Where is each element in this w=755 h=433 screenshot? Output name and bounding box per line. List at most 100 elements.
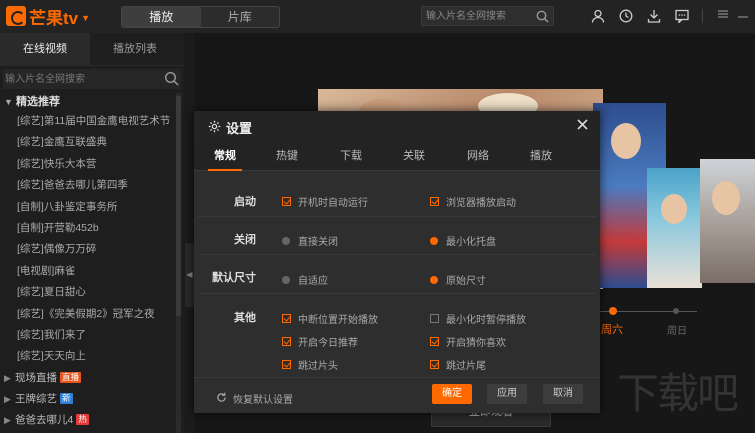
restore-defaults-button[interactable]: 恢复默认设置 (216, 391, 293, 406)
list-item[interactable]: [综艺]快乐大本营 (0, 154, 184, 175)
list-item[interactable]: [电视剧]麻雀 (0, 261, 184, 282)
adaptive-radio[interactable]: 自适应 (282, 272, 328, 287)
option-label: 原始尺寸 (446, 276, 486, 287)
tab-general[interactable]: 常规 (194, 141, 256, 171)
radio-selected-icon (430, 275, 438, 284)
list-item[interactable]: [综艺]夏日甜心 (0, 282, 184, 303)
group-label: 现场直播 (15, 371, 57, 384)
message-icon[interactable] (675, 9, 689, 25)
original-size-radio[interactable]: 原始尺寸 (430, 272, 486, 287)
checkbox-checked-icon (282, 337, 291, 346)
browser-launch-checkbox[interactable]: 浏览器播放启动 (430, 194, 516, 209)
separator (198, 216, 596, 217)
cancel-button[interactable]: 取消 (543, 384, 583, 404)
settings-dialog: 设置 常规 热键 下载 关联 网络 播放 启动 开机时自动运行 浏览器播放启动 … (194, 111, 600, 413)
list-item[interactable]: [综艺]爸爸去哪儿第四季 (0, 175, 184, 196)
header-search (421, 6, 554, 26)
radio-icon (282, 275, 290, 284)
checkbox-checked-icon (282, 197, 291, 206)
option-label: 开启猜你喜欢 (446, 338, 506, 349)
chevron-down-icon: ▼ (4, 97, 13, 107)
tab-library[interactable]: 片库 (201, 7, 280, 27)
guess-you-like-checkbox[interactable]: 开启猜你喜欢 (430, 334, 506, 349)
poster-detail (661, 194, 687, 224)
chevron-right-icon: ▶ (4, 394, 11, 405)
new-badge: 新 (60, 393, 73, 405)
option-label: 开启今日推荐 (298, 338, 358, 349)
list-item[interactable]: [综艺]偶像万万碎 (0, 239, 184, 260)
sidebar-search (3, 69, 181, 89)
radio-icon (282, 236, 290, 245)
list-item[interactable]: [综艺]我们来了 (0, 325, 184, 346)
user-icon[interactable] (591, 9, 605, 23)
list-item[interactable]: [自制]八卦鉴定事务所 (0, 197, 184, 218)
list-item[interactable]: [综艺]第11届中国金鹰电视艺术节 (0, 111, 184, 132)
dialog-header: 设置 (194, 111, 600, 141)
option-label: 开机时自动运行 (298, 198, 368, 209)
tab-play[interactable]: 播放 (122, 7, 201, 27)
poster-detail (712, 181, 740, 215)
download-icon[interactable] (647, 9, 661, 23)
group-label: 王牌综艺 (15, 393, 57, 406)
sidebar-collapse-handle[interactable]: ◀ (185, 243, 194, 307)
dialog-title: 设置 (208, 118, 252, 137)
search-icon[interactable] (164, 71, 179, 89)
day-dot[interactable] (673, 308, 679, 314)
restore-label: 恢复默认设置 (233, 395, 293, 406)
day-label-active[interactable]: 周六 (601, 321, 623, 337)
day-label[interactable]: 周日 (667, 322, 687, 337)
list-item[interactable]: [综艺]《完美假期2》冠军之夜 (0, 304, 184, 325)
skip-intro-checkbox[interactable]: 跳过片头 (282, 357, 338, 372)
poster-image[interactable] (647, 168, 702, 288)
ok-button[interactable]: 确定 (432, 384, 472, 404)
checkbox-checked-icon (282, 314, 291, 323)
list-item[interactable]: [综艺]金鹰互联盛典 (0, 132, 184, 153)
sidebar: 在线视频 播放列表 ▼ 精选推荐 [综艺]第11届中国金鹰电视艺术节 [综艺]金… (0, 33, 184, 433)
resume-position-checkbox[interactable]: 中断位置开始播放 (282, 311, 378, 326)
sidebar-scrollbar[interactable] (176, 93, 181, 433)
sidebar-tabs: 在线视频 播放列表 (0, 33, 184, 66)
scrollbar-thumb[interactable] (176, 96, 181, 316)
history-icon[interactable] (619, 9, 633, 23)
sidebar-group-dad[interactable]: ▶ 爸爸去哪儿4 热 (0, 410, 184, 431)
app-logo[interactable]: 芒果tv ▼ (6, 6, 90, 28)
mango-logo-icon (6, 6, 26, 26)
tab-online-video[interactable]: 在线视频 (0, 33, 90, 65)
option-label: 中断位置开始播放 (298, 315, 378, 326)
header-search-input[interactable] (426, 9, 531, 24)
sidebar-search-input[interactable] (5, 72, 155, 86)
chevron-right-icon: ▶ (4, 372, 11, 383)
poster-image[interactable] (700, 159, 755, 283)
minimize-icon[interactable] (736, 8, 750, 22)
close-direct-radio[interactable]: 直接关闭 (282, 233, 338, 248)
tab-hotkeys[interactable]: 热键 (256, 141, 318, 171)
day-dot-active[interactable] (609, 307, 617, 315)
list-item[interactable]: [综艺]天天向上 (0, 346, 184, 367)
tab-download[interactable]: 下载 (320, 141, 382, 171)
tab-network[interactable]: 网络 (447, 141, 509, 171)
header-icons (584, 6, 696, 26)
search-icon[interactable] (536, 10, 549, 26)
default-size-label: 默认尺寸 (212, 272, 256, 284)
minimize-tray-radio[interactable]: 最小化托盘 (430, 233, 496, 248)
auto-run-checkbox[interactable]: 开机时自动运行 (282, 194, 368, 209)
checkbox-checked-icon (282, 360, 291, 369)
chevron-down-icon[interactable]: ▼ (81, 13, 90, 23)
separator (198, 293, 596, 294)
sidebar-group-variety[interactable]: ▶ 王牌综艺新 (0, 389, 184, 410)
pause-on-minimize-checkbox[interactable]: 最小化时暂停播放 (430, 311, 526, 326)
apply-button[interactable]: 应用 (487, 384, 527, 404)
tab-association[interactable]: 关联 (383, 141, 445, 171)
today-recommend-checkbox[interactable]: 开启今日推荐 (282, 334, 358, 349)
tab-playlist[interactable]: 播放列表 (90, 33, 180, 65)
sidebar-group-live[interactable]: ▶ 现场直播 直播 (0, 368, 184, 389)
sidebar-section-featured[interactable]: ▼ 精选推荐 (0, 94, 184, 111)
tab-playback[interactable]: 播放 (510, 141, 572, 171)
list-item[interactable]: [自制]开营勒452b (0, 218, 184, 239)
skip-outro-checkbox[interactable]: 跳过片尾 (430, 357, 486, 372)
close-icon[interactable] (574, 117, 590, 133)
chevron-right-icon: ▶ (4, 415, 11, 426)
menu-icon[interactable] (716, 8, 730, 22)
group-label: 爸爸去哪儿4 (15, 414, 74, 427)
checkbox-checked-icon (430, 337, 439, 346)
